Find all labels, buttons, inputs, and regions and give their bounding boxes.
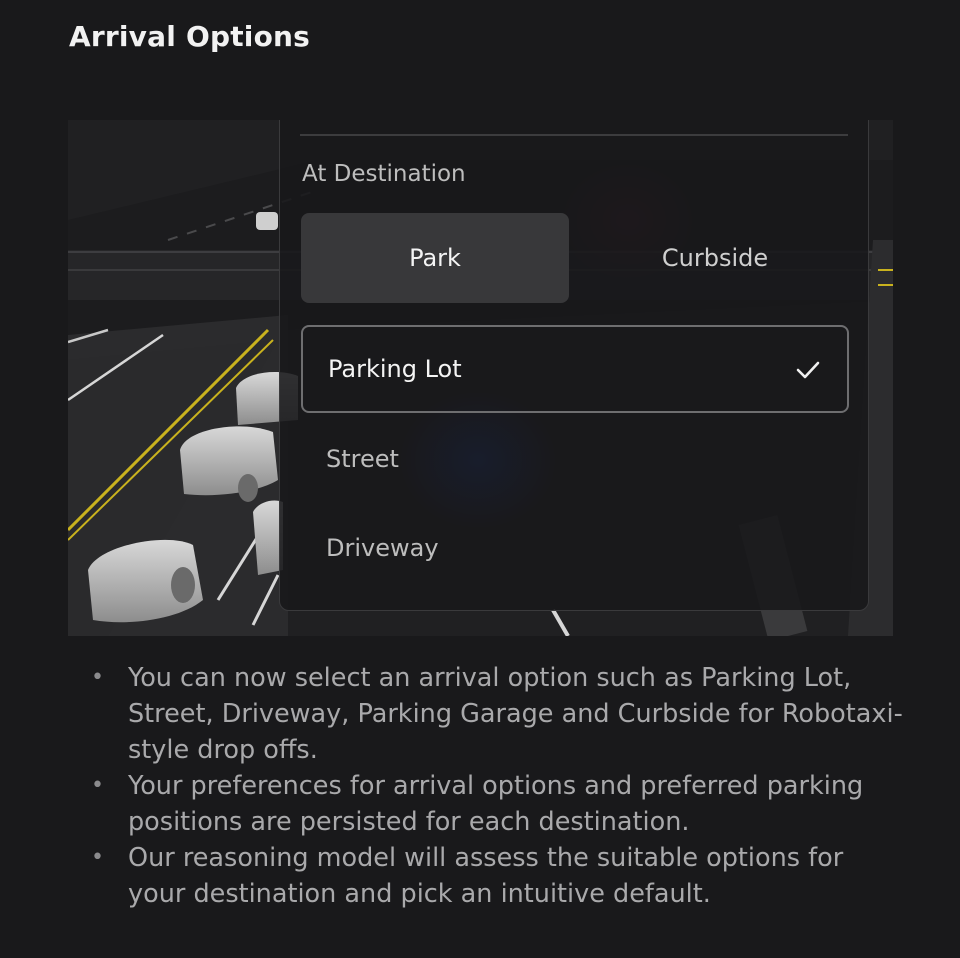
segment-curbside-button[interactable]: Curbside [581,213,849,303]
notes-list: • You can now select an arrival option s… [88,660,908,912]
panel-divider [300,134,848,136]
segment-park-button[interactable]: Park [301,213,569,303]
bullet-icon: • [91,665,104,690]
option-driveway-label: Driveway [326,534,439,562]
list-item: • Your preferences for arrival options a… [88,768,908,840]
release-note-card: Arrival Options At Destination Park Curb… [0,0,960,958]
arrival-options-panel: At Destination Park Curbside Parking Lot… [279,120,869,611]
option-driveway[interactable]: Driveway [301,504,849,592]
note-text: Our reasoning model will assess the suit… [128,843,844,909]
arrival-options-screenshot: At Destination Park Curbside Parking Lot… [68,120,893,636]
list-item: • Our reasoning model will assess the su… [88,840,908,912]
list-item: • You can now select an arrival option s… [88,660,908,768]
checkmark-icon [796,361,820,379]
note-text: Your preferences for arrival options and… [128,771,864,837]
section-label-at-destination: At Destination [302,161,466,187]
option-street-label: Street [326,445,399,473]
option-street[interactable]: Street [301,415,849,503]
option-parking-lot-label: Parking Lot [328,355,462,383]
page-title: Arrival Options [69,20,311,53]
bullet-icon: • [91,845,104,870]
option-parking-lot[interactable]: Parking Lot [301,325,849,413]
bullet-icon: • [91,773,104,798]
note-text: You can now select an arrival option suc… [128,663,903,765]
